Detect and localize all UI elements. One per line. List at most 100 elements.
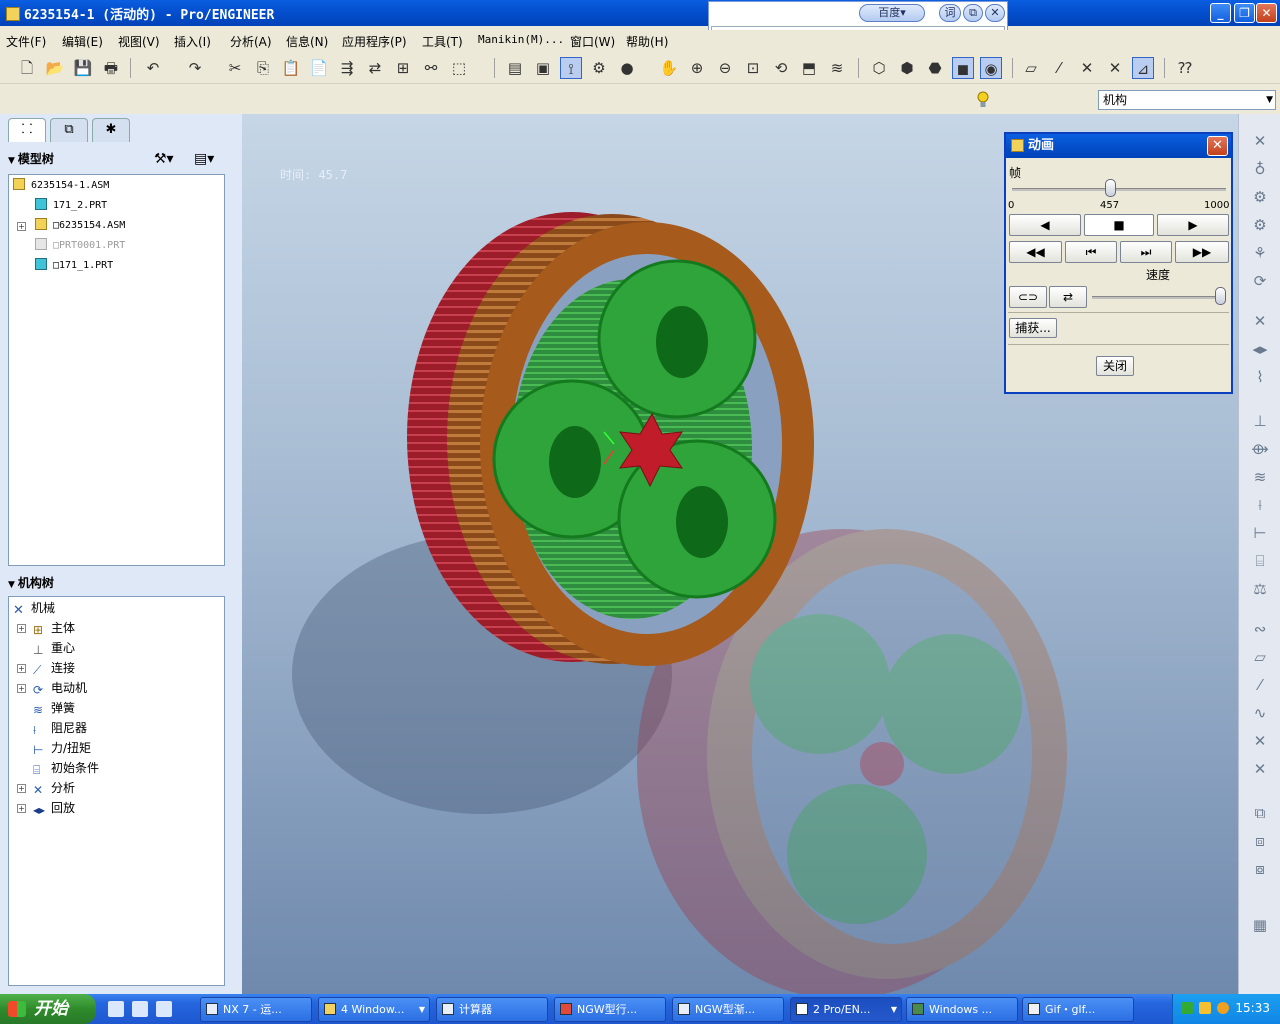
start-button[interactable]: 开始	[0, 994, 96, 1024]
save-icon[interactable]: 💾	[72, 57, 94, 79]
datum-point-icon[interactable]: ✕	[1249, 730, 1271, 752]
tray-messenger-icon[interactable]	[1199, 1002, 1211, 1014]
panel-splitter[interactable]	[234, 114, 242, 994]
layer-tree-icon[interactable]: ≋	[826, 57, 848, 79]
group-icon[interactable]: ⧇	[1249, 858, 1271, 880]
menu-insert[interactable]: 插入(I)	[174, 33, 211, 50]
zoom-in-icon[interactable]: ⊕	[686, 57, 708, 79]
open-folder-icon[interactable]: 📂	[44, 57, 66, 79]
cam-icon[interactable]: ⚙	[1249, 214, 1271, 236]
task-windows-explorer[interactable]: 4 Window... ▼	[318, 997, 430, 1022]
datum-axis-icon[interactable]: ⁄	[1249, 674, 1271, 696]
tree-item-force-torque[interactable]: ⊢ 力/扭矩	[33, 739, 91, 757]
annotation-display-icon[interactable]: ⊿	[1132, 57, 1154, 79]
force-motor-icon[interactable]: ⟴	[1249, 438, 1271, 460]
saved-views-icon[interactable]: ⬒	[798, 57, 820, 79]
fast-forward-button[interactable]: ▶▶	[1175, 241, 1229, 263]
tree-item-analyses[interactable]: ✕ 分析	[33, 779, 75, 797]
app-quicklaunch-icon[interactable]	[156, 1001, 172, 1017]
task-calculator[interactable]: 计算器	[436, 997, 548, 1022]
sketch-curve-icon[interactable]: ∾	[1249, 618, 1271, 640]
tree-item-assembly[interactable]: 6235154-1.ASM	[13, 177, 109, 195]
expand-icon[interactable]: +	[17, 222, 26, 231]
paste-special-icon[interactable]: 📄	[308, 57, 330, 79]
tab-favorites[interactable]: ✱	[92, 118, 130, 142]
menu-help[interactable]: 帮助(H)	[626, 33, 668, 50]
drag-icon[interactable]: ♁	[1249, 158, 1271, 180]
tree-item-subassembly[interactable]: □6235154.ASM	[35, 217, 125, 235]
spring-icon[interactable]: ≋	[1249, 466, 1271, 488]
ie-quicklaunch-icon[interactable]	[108, 1001, 124, 1017]
tree-item-motors[interactable]: ⟳ 电动机	[33, 679, 87, 697]
damper-icon[interactable]: ⟊	[1249, 494, 1271, 516]
tree-item-bodies[interactable]: ⊞ 主体	[33, 619, 75, 637]
desktop-quicklaunch-icon[interactable]	[132, 1001, 148, 1017]
datum-curve-icon[interactable]: ∿	[1249, 702, 1271, 724]
tray-status-icon[interactable]	[1217, 1002, 1229, 1014]
shading-icon[interactable]: ◼	[952, 57, 974, 79]
zoom-out-icon[interactable]: ⊖	[714, 57, 736, 79]
playback-icon[interactable]: ◂▸	[1249, 338, 1271, 360]
frame-slider-thumb[interactable]	[1104, 179, 1116, 197]
expand-icon[interactable]: +	[17, 804, 26, 813]
mechanism-connect-icon[interactable]: ✕	[1249, 130, 1271, 152]
tab-folder-browser[interactable]: ⧉	[50, 118, 88, 142]
copy-icon[interactable]: ⎘	[252, 57, 274, 79]
new-file-icon[interactable]: 🗋	[16, 57, 38, 79]
cut-icon[interactable]: ✂	[224, 57, 246, 79]
mechanism-display-icon[interactable]: ⟟	[560, 57, 582, 79]
select-box-icon[interactable]: ⬚	[448, 57, 470, 79]
copy-feature-icon[interactable]: ⧉	[1249, 802, 1271, 824]
frame-slider-track[interactable]	[1012, 188, 1226, 191]
play-backward-button[interactable]: ◀	[1009, 214, 1081, 236]
loop-repeat-button[interactable]: ⊂⊃	[1009, 286, 1047, 308]
menu-info[interactable]: 信息(N)	[286, 33, 328, 50]
selection-filter-select[interactable]: 机构 ▼	[1098, 90, 1276, 110]
tree-columns-icon[interactable]: ▤▾	[194, 148, 214, 170]
expand-icon[interactable]: +	[17, 664, 26, 673]
hidden-line-icon[interactable]: ⬢	[896, 57, 918, 79]
enhanced-realism-icon[interactable]: ◉	[980, 57, 1002, 79]
datum-point-icon[interactable]: ✕	[1076, 57, 1098, 79]
baidu-restore-button[interactable]: ⧉	[963, 4, 983, 22]
print-icon[interactable]: 🖶	[100, 57, 122, 79]
baidu-dict-button[interactable]: 词	[939, 4, 961, 22]
joint-display-icon[interactable]: ⚙	[588, 57, 610, 79]
initial-condition-icon[interactable]: ⌸	[1249, 550, 1271, 572]
menu-analysis[interactable]: 分析(A)	[230, 33, 272, 50]
menu-applications[interactable]: 应用程序(P)	[342, 33, 407, 50]
close-icon[interactable]: ✕	[1207, 136, 1228, 156]
pattern-icon[interactable]: ⧈	[1249, 830, 1271, 852]
tree-item-center-of-gravity[interactable]: ⊥ 重心	[33, 639, 75, 657]
datum-plane-icon[interactable]: ▱	[1020, 57, 1042, 79]
lightbulb-icon[interactable]	[976, 90, 990, 110]
stop-button[interactable]: ■	[1084, 214, 1154, 236]
context-help-icon[interactable]: ⁇	[1174, 57, 1196, 79]
loop-reverse-button[interactable]: ⇄	[1049, 286, 1087, 308]
play-forward-button[interactable]: ▶	[1157, 214, 1229, 236]
datum-axis-icon[interactable]: ⁄	[1048, 57, 1070, 79]
expand-icon[interactable]: +	[17, 784, 26, 793]
step-forward-button[interactable]: ⏭	[1120, 241, 1172, 263]
gear-pair-icon[interactable]: ⚙	[1249, 186, 1271, 208]
pan-hand-icon[interactable]: ✋	[658, 57, 680, 79]
run-analysis-icon[interactable]: ✕	[1249, 310, 1271, 332]
task-nx7[interactable]: NX 7 - 运...	[200, 997, 312, 1022]
rewind-button[interactable]: ◀◀	[1009, 241, 1062, 263]
speed-slider-track[interactable]	[1092, 296, 1226, 299]
tree-item-initial-conditions[interactable]: ⌸ 初始条件	[33, 759, 99, 777]
layers-icon[interactable]: ▤	[504, 57, 526, 79]
datum-display-icon[interactable]: ▣	[532, 57, 554, 79]
minimize-button[interactable]: _	[1210, 3, 1231, 23]
speed-slider-thumb[interactable]	[1215, 287, 1226, 305]
regen-manager-icon[interactable]: ⇄	[364, 57, 386, 79]
tree-item-connections[interactable]: ⟋ 连接	[33, 659, 75, 677]
tree-item-part-suppressed[interactable]: □PRT0001.PRT	[35, 237, 125, 255]
task-proengineer[interactable]: 2 Pro/EN... ▼	[790, 997, 902, 1022]
capture-button[interactable]: 捕获...	[1009, 318, 1057, 338]
baidu-close-button[interactable]: ✕	[985, 4, 1005, 22]
force-torque-icon[interactable]: ⊢	[1249, 522, 1271, 544]
menu-window[interactable]: 窗口(W)	[570, 33, 615, 50]
tab-model-tree[interactable]: ⸬	[8, 118, 46, 142]
close-window-button[interactable]: ✕	[1256, 3, 1277, 23]
